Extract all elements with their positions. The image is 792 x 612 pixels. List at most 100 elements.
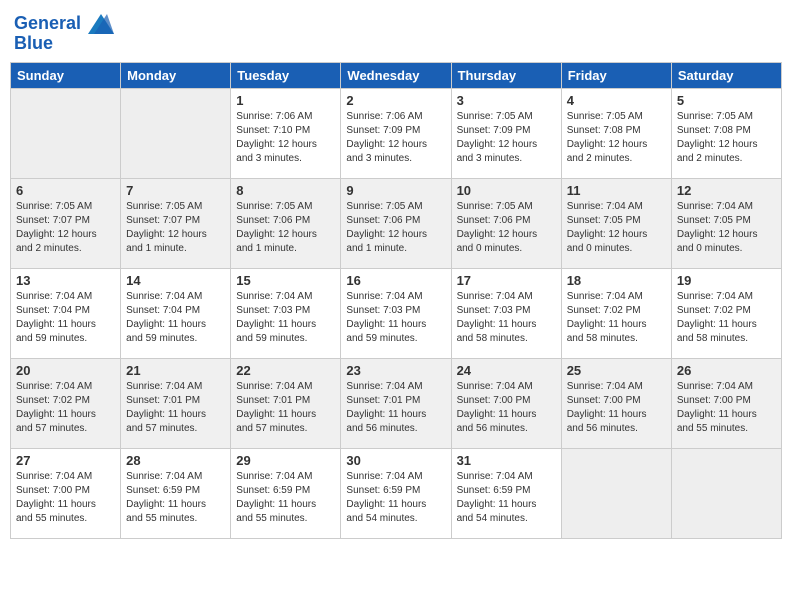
day-info: Sunrise: 7:04 AM Sunset: 7:03 PM Dayligh…	[236, 290, 335, 346]
day-info: Sunrise: 7:06 AM Sunset: 7:09 PM Dayligh…	[346, 110, 445, 166]
calendar-cell: 6 Sunrise: 7:05 AM Sunset: 7:07 PM Daylig…	[11, 179, 121, 269]
calendar-cell: 22 Sunrise: 7:04 AM Sunset: 7:01 PM Dayli…	[231, 359, 341, 449]
page-header: General Blue	[10, 10, 782, 54]
day-number: 6	[16, 183, 115, 198]
day-info: Sunrise: 7:04 AM Sunset: 6:59 PM Dayligh…	[457, 470, 556, 526]
calendar-cell: 29 Sunrise: 7:04 AM Sunset: 6:59 PM Dayli…	[231, 449, 341, 539]
day-number: 14	[126, 273, 225, 288]
day-number: 24	[457, 363, 556, 378]
day-info: Sunrise: 7:05 AM Sunset: 7:09 PM Dayligh…	[457, 110, 556, 166]
weekday-header-friday: Friday	[561, 63, 671, 89]
calendar-cell: 12 Sunrise: 7:04 AM Sunset: 7:05 PM Dayli…	[671, 179, 781, 269]
calendar-cell: 8Sunrise: 7:05 AM Sunset: 7:06 PM Daylig…	[231, 179, 341, 269]
calendar-cell: 17Sunrise: 7:04 AM Sunset: 7:03 PM Dayli…	[451, 269, 561, 359]
day-info: Sunrise: 7:06 AM Sunset: 7:10 PM Dayligh…	[236, 110, 335, 166]
calendar-cell: 3 Sunrise: 7:05 AM Sunset: 7:09 PM Daylig…	[451, 89, 561, 179]
day-info: Sunrise: 7:05 AM Sunset: 7:06 PM Dayligh…	[346, 200, 445, 256]
day-info: Sunrise: 7:05 AM Sunset: 7:08 PM Dayligh…	[677, 110, 776, 166]
calendar-cell: 23 Sunrise: 7:04 AM Sunset: 7:01 PM Dayli…	[341, 359, 451, 449]
day-info: Sunrise: 7:04 AM Sunset: 7:04 PM Dayligh…	[126, 290, 225, 346]
weekday-header-tuesday: Tuesday	[231, 63, 341, 89]
logo-line2: Blue	[14, 34, 114, 54]
weekday-header-monday: Monday	[121, 63, 231, 89]
calendar-cell: 25 Sunrise: 7:04 AM Sunset: 7:00 PM Dayli…	[561, 359, 671, 449]
day-info: Sunrise: 7:04 AM Sunset: 7:05 PM Dayligh…	[567, 200, 666, 256]
day-number: 4	[567, 93, 666, 108]
calendar-cell	[121, 89, 231, 179]
day-number: 29	[236, 453, 335, 468]
calendar-cell: 15 Sunrise: 7:04 AM Sunset: 7:03 PM Dayli…	[231, 269, 341, 359]
calendar-cell: 18 Sunrise: 7:04 AM Sunset: 7:02 PM Dayli…	[561, 269, 671, 359]
day-number: 12	[677, 183, 776, 198]
day-info: Sunrise: 7:04 AM Sunset: 7:00 PM Dayligh…	[16, 470, 115, 526]
day-info: Sunrise: 7:04 AM Sunset: 6:59 PM Dayligh…	[236, 470, 335, 526]
weekday-header-wednesday: Wednesday	[341, 63, 451, 89]
day-info: Sunrise: 7:04 AM Sunset: 7:00 PM Dayligh…	[567, 380, 666, 436]
weekday-header-sunday: Sunday	[11, 63, 121, 89]
day-info: Sunrise: 7:04 AM Sunset: 7:05 PM Dayligh…	[677, 200, 776, 256]
day-number: 23	[346, 363, 445, 378]
day-number: 28	[126, 453, 225, 468]
day-info: Sunrise: 7:04 AM Sunset: 7:00 PM Dayligh…	[677, 380, 776, 436]
calendar-cell: 16 Sunrise: 7:04 AM Sunset: 7:03 PM Dayli…	[341, 269, 451, 359]
day-number: 5	[677, 93, 776, 108]
calendar-cell: 24Sunrise: 7:04 AM Sunset: 7:00 PM Dayli…	[451, 359, 561, 449]
calendar-cell: 7Sunrise: 7:05 AM Sunset: 7:07 PM Daylig…	[121, 179, 231, 269]
calendar-cell: 11 Sunrise: 7:04 AM Sunset: 7:05 PM Dayli…	[561, 179, 671, 269]
calendar-cell: 9 Sunrise: 7:05 AM Sunset: 7:06 PM Daylig…	[341, 179, 451, 269]
day-info: Sunrise: 7:04 AM Sunset: 6:59 PM Dayligh…	[126, 470, 225, 526]
calendar-cell: 27 Sunrise: 7:04 AM Sunset: 7:00 PM Dayli…	[11, 449, 121, 539]
day-number: 19	[677, 273, 776, 288]
day-number: 17	[457, 273, 556, 288]
calendar-cell: 26 Sunrise: 7:04 AM Sunset: 7:00 PM Dayli…	[671, 359, 781, 449]
day-number: 9	[346, 183, 445, 198]
day-info: Sunrise: 7:05 AM Sunset: 7:08 PM Dayligh…	[567, 110, 666, 166]
day-number: 16	[346, 273, 445, 288]
calendar-cell: 4 Sunrise: 7:05 AM Sunset: 7:08 PM Daylig…	[561, 89, 671, 179]
day-number: 25	[567, 363, 666, 378]
calendar-cell: 5 Sunrise: 7:05 AM Sunset: 7:08 PM Daylig…	[671, 89, 781, 179]
day-info: Sunrise: 7:04 AM Sunset: 7:01 PM Dayligh…	[346, 380, 445, 436]
calendar-cell: 2 Sunrise: 7:06 AM Sunset: 7:09 PM Daylig…	[341, 89, 451, 179]
day-info: Sunrise: 7:05 AM Sunset: 7:06 PM Dayligh…	[236, 200, 335, 256]
day-info: Sunrise: 7:04 AM Sunset: 6:59 PM Dayligh…	[346, 470, 445, 526]
day-number: 30	[346, 453, 445, 468]
calendar-cell	[671, 449, 781, 539]
calendar-cell: 14 Sunrise: 7:04 AM Sunset: 7:04 PM Dayli…	[121, 269, 231, 359]
calendar-cell: 20Sunrise: 7:04 AM Sunset: 7:02 PM Dayli…	[11, 359, 121, 449]
day-info: Sunrise: 7:04 AM Sunset: 7:01 PM Dayligh…	[236, 380, 335, 436]
day-info: Sunrise: 7:04 AM Sunset: 7:02 PM Dayligh…	[16, 380, 115, 436]
logo-text: General	[14, 14, 114, 34]
day-info: Sunrise: 7:04 AM Sunset: 7:02 PM Dayligh…	[567, 290, 666, 346]
calendar-cell: 30 Sunrise: 7:04 AM Sunset: 6:59 PM Dayli…	[341, 449, 451, 539]
calendar-cell: 28 Sunrise: 7:04 AM Sunset: 6:59 PM Dayli…	[121, 449, 231, 539]
day-number: 13	[16, 273, 115, 288]
day-number: 15	[236, 273, 335, 288]
calendar-cell: 10 Sunrise: 7:05 AM Sunset: 7:06 PM Dayli…	[451, 179, 561, 269]
day-number: 11	[567, 183, 666, 198]
day-number: 18	[567, 273, 666, 288]
day-number: 31	[457, 453, 556, 468]
day-number: 27	[16, 453, 115, 468]
calendar-cell: 13 Sunrise: 7:04 AM Sunset: 7:04 PM Dayli…	[11, 269, 121, 359]
day-number: 1	[236, 93, 335, 108]
calendar-table: SundayMondayTuesdayWednesdayThursdayFrid…	[10, 62, 782, 539]
calendar-cell: 21 Sunrise: 7:04 AM Sunset: 7:01 PM Dayli…	[121, 359, 231, 449]
day-number: 7	[126, 183, 225, 198]
day-number: 10	[457, 183, 556, 198]
calendar-cell	[561, 449, 671, 539]
day-number: 3	[457, 93, 556, 108]
calendar-cell	[11, 89, 121, 179]
day-info: Sunrise: 7:05 AM Sunset: 7:07 PM Dayligh…	[16, 200, 115, 256]
weekday-header-saturday: Saturday	[671, 63, 781, 89]
day-number: 2	[346, 93, 445, 108]
day-number: 22	[236, 363, 335, 378]
day-number: 21	[126, 363, 225, 378]
day-number: 26	[677, 363, 776, 378]
day-info: Sunrise: 7:04 AM Sunset: 7:01 PM Dayligh…	[126, 380, 225, 436]
calendar-cell: 1 Sunrise: 7:06 AM Sunset: 7:10 PM Daylig…	[231, 89, 341, 179]
weekday-header-thursday: Thursday	[451, 63, 561, 89]
day-info: Sunrise: 7:04 AM Sunset: 7:04 PM Dayligh…	[16, 290, 115, 346]
day-info: Sunrise: 7:04 AM Sunset: 7:03 PM Dayligh…	[346, 290, 445, 346]
day-info: Sunrise: 7:05 AM Sunset: 7:06 PM Dayligh…	[457, 200, 556, 256]
